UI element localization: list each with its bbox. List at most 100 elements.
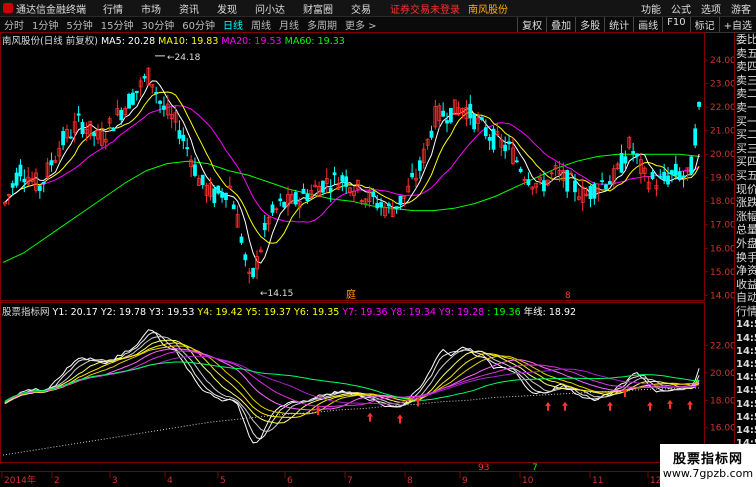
ma-label-1: MA10: 19.83 xyxy=(155,36,219,47)
candle-down xyxy=(588,186,593,199)
candle-down xyxy=(573,180,577,193)
candle-down xyxy=(607,181,612,185)
side-item-16: 换手 xyxy=(736,250,756,264)
candle-down xyxy=(200,174,205,186)
candle-down xyxy=(518,168,523,172)
side-item-10: 买五 xyxy=(736,168,756,182)
buy-signal-arrow xyxy=(667,399,673,409)
candle-down xyxy=(321,180,325,193)
indicator-label-2: Y3: 19.53 xyxy=(146,307,195,318)
event-marker: 庭 xyxy=(346,288,356,301)
side-item-4: 卖二 xyxy=(736,87,756,101)
candle-down xyxy=(386,203,391,207)
indicator-header: 股票指标网 Y1: 20.17 Y2: 19.78 Y3: 19.53 Y4: … xyxy=(2,304,576,318)
indicator-label-7: Y8: 19.34 xyxy=(387,307,436,318)
candle-down xyxy=(673,163,678,176)
candle-down xyxy=(216,185,221,194)
candle-down xyxy=(340,175,345,182)
date-axis-label: 4 xyxy=(167,476,173,486)
kline-chart[interactable]: 24.00 23.00 22.00 21.00 20.00 19.00 18.00 17.00… xyxy=(0,0,756,487)
candle-down xyxy=(328,187,333,192)
candle-down xyxy=(181,134,186,142)
candle-down xyxy=(162,105,166,110)
price-axis-label: 20.00 xyxy=(710,150,736,160)
candle-down xyxy=(394,206,399,210)
side-item-19: 自动 xyxy=(736,291,756,305)
candle-down xyxy=(212,188,217,204)
indicator-label-8: Y9: 19.28 xyxy=(435,307,485,318)
candle-down xyxy=(472,113,477,130)
candle-down xyxy=(193,164,197,176)
side-item-9: 买四 xyxy=(736,155,756,169)
low-price-label: ←14.15 xyxy=(260,289,293,299)
candle-down xyxy=(344,176,349,187)
candle-down xyxy=(142,76,147,79)
date-axis-label: 2014年 xyxy=(4,474,36,486)
side-item-21: 14:56 xyxy=(736,319,756,331)
side-item-15: 外盘 xyxy=(736,236,756,250)
indicator-line-6 xyxy=(4,345,700,415)
candle-down xyxy=(526,179,531,186)
date-axis-label: 2 xyxy=(54,476,60,486)
candle-down xyxy=(134,90,139,94)
candle-down xyxy=(697,101,701,107)
candle-down xyxy=(623,156,628,164)
ma10-line xyxy=(4,91,700,244)
price-axis-label: 14.00 xyxy=(710,291,736,301)
candle-down xyxy=(239,236,244,243)
candle-down xyxy=(49,160,54,166)
indicator-line-3 xyxy=(4,336,700,432)
candle-down xyxy=(301,188,306,194)
date-axis-label: 5 xyxy=(220,476,226,486)
date-axis-label: 10 xyxy=(522,476,534,486)
candle-down xyxy=(542,180,546,192)
watermark-title: 股票指标网 xyxy=(672,452,743,467)
year-line xyxy=(2,387,701,456)
side-item-0: 委比 xyxy=(736,33,756,46)
candle-down xyxy=(507,141,511,145)
candle-down xyxy=(441,110,446,117)
side-item-6: 买一 xyxy=(736,114,756,128)
candle-down xyxy=(251,268,255,278)
candle-down xyxy=(375,202,380,209)
candle-down xyxy=(262,222,267,231)
candle-down xyxy=(80,122,85,135)
candle-down xyxy=(131,92,135,105)
candle-down xyxy=(154,92,159,95)
ma5-line xyxy=(4,80,700,264)
high-price-label: ←24.18 xyxy=(167,53,201,63)
candle-down xyxy=(468,103,473,119)
side-item-5: 卖一 xyxy=(736,100,756,114)
candle-down xyxy=(14,172,19,186)
candle-down xyxy=(449,107,453,123)
buy-signal-arrow xyxy=(647,401,653,411)
candle-down xyxy=(293,192,298,205)
side-item-2: 卖四 xyxy=(736,60,756,74)
candle-down xyxy=(158,100,162,104)
watermark-url: www.7gpzb.com xyxy=(662,467,754,480)
ma-label-0: MA5: 20.28 xyxy=(100,36,156,47)
candle-down xyxy=(592,183,597,199)
side-item-11: 现价 xyxy=(736,182,756,196)
price-axis-label: 17.00 xyxy=(710,221,736,231)
candle-down xyxy=(68,136,73,139)
candle-down xyxy=(600,180,604,182)
candle-down xyxy=(371,191,376,197)
side-item-26: 14:56 xyxy=(736,385,756,397)
candle-down xyxy=(693,128,698,146)
side-item-7: 买二 xyxy=(736,128,756,142)
candle-down xyxy=(220,191,224,198)
indicator-line-5 xyxy=(4,342,700,419)
side-item-27: 14:56 xyxy=(736,398,756,410)
indicator-label-4: Y5: 19.37 xyxy=(242,307,291,318)
candle-down xyxy=(635,153,639,157)
candle-down xyxy=(92,132,97,137)
ma-label-2: MA20: 19.53 xyxy=(218,36,282,47)
candle-down xyxy=(61,131,65,146)
indicator-axis-label: 16.00 xyxy=(710,424,736,434)
price-axis-label: 16.00 xyxy=(710,244,736,254)
side-item-22: 14:56 xyxy=(736,332,756,344)
candle-down xyxy=(37,185,42,191)
candle-down xyxy=(231,204,236,210)
candle-down xyxy=(565,170,570,192)
